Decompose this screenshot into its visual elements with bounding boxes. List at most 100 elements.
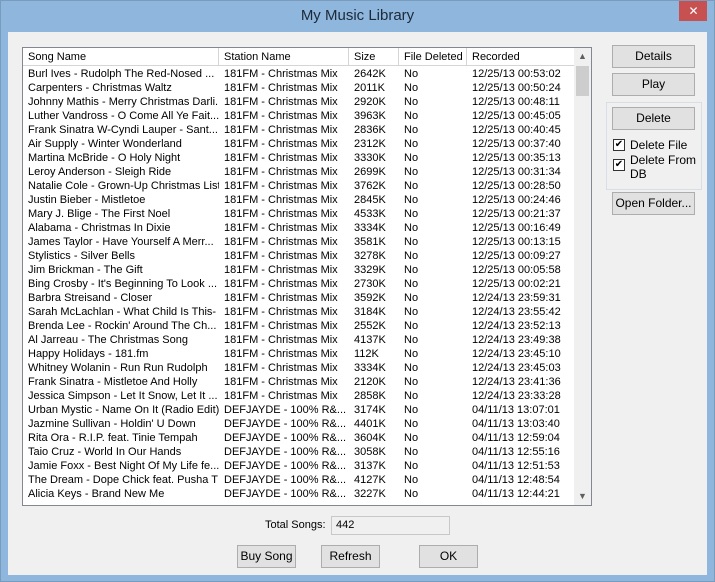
delete-file-label[interactable]: Delete File bbox=[630, 138, 687, 152]
delete-from-db-label[interactable]: Delete From DB bbox=[630, 153, 696, 181]
checkmark-icon: ✔ bbox=[614, 139, 624, 150]
file-deleted-cell: No bbox=[404, 236, 419, 248]
table-row[interactable]: Al Jarreau - The Christmas Song 181FM - C… bbox=[23, 333, 575, 347]
scroll-thumb[interactable] bbox=[576, 66, 589, 96]
song-name-cell: Taio Cruz - World In Our Hands bbox=[28, 446, 182, 458]
music-library-window: My Music Library ✕ Song Name Station Nam… bbox=[0, 0, 715, 582]
table-row[interactable]: Urban Mystic - Name On It (Radio Edit) DE… bbox=[23, 403, 575, 417]
column-header-file-deleted[interactable]: File Deleted bbox=[399, 48, 467, 66]
table-row[interactable]: Luther Vandross - O Come All Ye Fait... 1… bbox=[23, 109, 575, 123]
recorded-cell: 12/24/13 23:59:31 bbox=[472, 292, 561, 304]
table-row[interactable]: Jessica Simpson - Let It Snow, Let It ..… bbox=[23, 389, 575, 403]
table-row[interactable]: Jazmine Sullivan - Holdin' U Down DEFJAYD… bbox=[23, 417, 575, 431]
song-name-cell: Johnny Mathis - Merry Christmas Darli... bbox=[28, 96, 219, 108]
recorded-cell: 12/25/13 00:09:27 bbox=[472, 250, 561, 262]
table-row[interactable]: Alicia Keys - Brand New Me DEFJAYDE - 100… bbox=[23, 487, 575, 501]
song-name-cell: Air Supply - Winter Wonderland bbox=[28, 138, 182, 150]
refresh-button[interactable]: Refresh bbox=[321, 545, 380, 568]
size-cell: 3329K bbox=[354, 264, 386, 276]
file-deleted-cell: No bbox=[404, 138, 419, 150]
recorded-cell: 12/25/13 00:31:34 bbox=[472, 166, 561, 178]
table-row[interactable]: Carpenters - Christmas Waltz 181FM - Chri… bbox=[23, 81, 575, 95]
buy-song-button[interactable]: Buy Song bbox=[237, 545, 296, 568]
recorded-cell: 04/11/13 12:55:16 bbox=[472, 446, 560, 458]
station-name-cell: 181FM - Christmas Mix bbox=[224, 82, 338, 94]
column-header-recorded[interactable]: Recorded bbox=[467, 48, 575, 66]
delete-file-checkbox[interactable]: ✔ bbox=[613, 139, 625, 151]
open-folder-button-label: Open Folder... bbox=[615, 196, 692, 210]
size-cell: 2836K bbox=[354, 124, 386, 136]
scroll-up-icon[interactable]: ▲ bbox=[574, 48, 591, 65]
table-row[interactable]: Stylistics - Silver Bells 181FM - Christm… bbox=[23, 249, 575, 263]
title-bar[interactable]: My Music Library ✕ bbox=[1, 1, 714, 32]
table-row[interactable]: Rita Ora - R.I.P. feat. Tinie Tempah DEFJ… bbox=[23, 431, 575, 445]
file-deleted-cell: No bbox=[404, 432, 419, 444]
file-deleted-cell: No bbox=[404, 152, 419, 164]
table-row[interactable]: Barbra Streisand - Closer 181FM - Christm… bbox=[23, 291, 575, 305]
table-row[interactable]: Jim Brickman - The Gift 181FM - Christmas… bbox=[23, 263, 575, 277]
size-cell: 3278K bbox=[354, 250, 386, 262]
table-row[interactable]: Happy Holidays - 181.fm 181FM - Christmas… bbox=[23, 347, 575, 361]
ok-button[interactable]: OK bbox=[419, 545, 478, 568]
table-row[interactable]: Mary J. Blige - The First Noel 181FM - Ch… bbox=[23, 207, 575, 221]
close-button[interactable]: ✕ bbox=[679, 1, 708, 21]
recorded-cell: 12/24/13 23:33:28 bbox=[472, 390, 561, 402]
recorded-cell: 12/25/13 00:35:13 bbox=[472, 152, 561, 164]
table-row[interactable]: Burl Ives - Rudolph The Red-Nosed ... 181… bbox=[23, 67, 575, 81]
song-name-cell: The Dream - Dope Chick feat. Pusha T bbox=[28, 474, 218, 486]
song-name-cell: Alicia Keys - Brand New Me bbox=[28, 488, 165, 500]
size-cell: 4137K bbox=[354, 334, 386, 346]
table-row[interactable]: Jamie Foxx - Best Night Of My Life fe...… bbox=[23, 459, 575, 473]
play-button[interactable]: Play bbox=[612, 73, 695, 96]
file-deleted-cell: No bbox=[404, 124, 419, 136]
vertical-scrollbar[interactable]: ▲ ▼ bbox=[574, 48, 591, 505]
delete-from-db-checkbox[interactable]: ✔ bbox=[613, 159, 625, 171]
file-deleted-cell: No bbox=[404, 488, 419, 500]
delete-button[interactable]: Delete bbox=[612, 107, 695, 130]
table-row[interactable]: Bing Crosby - It's Beginning To Look ...… bbox=[23, 277, 575, 291]
column-header-station-name[interactable]: Station Name bbox=[219, 48, 349, 66]
table-row[interactable]: Air Supply - Winter Wonderland 181FM - Ch… bbox=[23, 137, 575, 151]
song-name-cell: Justin Bieber - Mistletoe bbox=[28, 194, 146, 206]
column-header-song-name[interactable]: Song Name bbox=[23, 48, 219, 66]
station-name-cell: 181FM - Christmas Mix bbox=[224, 376, 338, 388]
open-folder-button[interactable]: Open Folder... bbox=[612, 192, 695, 215]
song-name-cell: Martina McBride - O Holy Night bbox=[28, 152, 181, 164]
table-row[interactable]: Alabama - Christmas In Dixie 181FM - Chri… bbox=[23, 221, 575, 235]
table-row[interactable]: Frank Sinatra - Mistletoe And Holly 181FM… bbox=[23, 375, 575, 389]
table-row[interactable]: Whitney Wolanin - Run Run Rudolph 181FM -… bbox=[23, 361, 575, 375]
table-row[interactable]: Sarah McLachlan - What Child Is This- 181… bbox=[23, 305, 575, 319]
file-deleted-cell: No bbox=[404, 278, 419, 290]
table-row[interactable]: Leroy Anderson - Sleigh Ride 181FM - Chri… bbox=[23, 165, 575, 179]
table-row[interactable]: The Dream - Dope Chick feat. Pusha T DEFJ… bbox=[23, 473, 575, 487]
table-row[interactable]: Taio Cruz - World In Our Hands DEFJAYDE -… bbox=[23, 445, 575, 459]
station-name-cell: 181FM - Christmas Mix bbox=[224, 334, 338, 346]
table-row[interactable]: Frank Sinatra W-Cyndi Lauper - Sant... 18… bbox=[23, 123, 575, 137]
size-cell: 2642K bbox=[354, 68, 386, 80]
table-row[interactable]: Martina McBride - O Holy Night 181FM - Ch… bbox=[23, 151, 575, 165]
size-cell: 2845K bbox=[354, 194, 386, 206]
scroll-down-icon[interactable]: ▼ bbox=[574, 488, 591, 505]
size-cell: 3581K bbox=[354, 236, 386, 248]
recorded-cell: 04/11/13 13:03:40 bbox=[472, 418, 560, 430]
song-list[interactable]: Song Name Station Name Size File Deleted… bbox=[22, 47, 592, 506]
file-deleted-cell: No bbox=[404, 362, 419, 374]
column-header-size[interactable]: Size bbox=[349, 48, 399, 66]
recorded-cell: 12/24/13 23:41:36 bbox=[472, 376, 561, 388]
details-button[interactable]: Details bbox=[612, 45, 695, 68]
recorded-cell: 12/25/13 00:24:46 bbox=[472, 194, 561, 206]
recorded-cell: 12/25/13 00:40:45 bbox=[472, 124, 561, 136]
recorded-cell: 12/25/13 00:28:50 bbox=[472, 180, 561, 192]
recorded-cell: 04/11/13 12:44:21 bbox=[472, 488, 560, 500]
recorded-cell: 04/11/13 12:59:04 bbox=[472, 432, 560, 444]
song-name-cell: Jim Brickman - The Gift bbox=[28, 264, 143, 276]
table-row[interactable]: Natalie Cole - Grown-Up Christmas List 18… bbox=[23, 179, 575, 193]
dialog-client-area: Song Name Station Name Size File Deleted… bbox=[8, 32, 707, 575]
recorded-cell: 12/24/13 23:45:10 bbox=[472, 348, 561, 360]
close-icon: ✕ bbox=[688, 4, 699, 18]
table-row[interactable]: James Taylor - Have Yourself A Merr... 18… bbox=[23, 235, 575, 249]
table-row[interactable]: Johnny Mathis - Merry Christmas Darli...… bbox=[23, 95, 575, 109]
table-row[interactable]: Brenda Lee - Rockin' Around The Ch... 181… bbox=[23, 319, 575, 333]
song-name-cell: James Taylor - Have Yourself A Merr... bbox=[28, 236, 214, 248]
table-row[interactable]: Justin Bieber - Mistletoe 181FM - Christm… bbox=[23, 193, 575, 207]
